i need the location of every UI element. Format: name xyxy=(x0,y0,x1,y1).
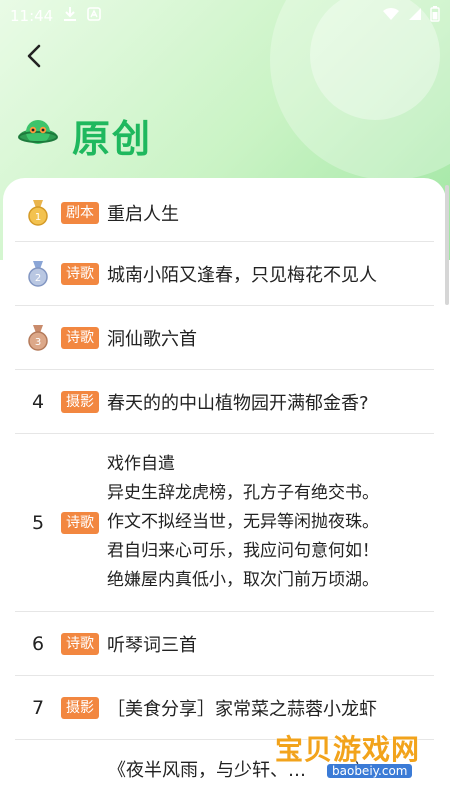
chevron-left-icon xyxy=(27,44,41,68)
back-button[interactable] xyxy=(18,40,50,72)
rank-badge: 1 xyxy=(15,199,61,226)
watermark-text: 宝贝游戏网 xyxy=(275,733,421,766)
watermark-url: baobeiy.com xyxy=(327,764,413,778)
battery-icon xyxy=(430,6,440,26)
svg-text:3: 3 xyxy=(35,337,41,348)
page-title: 原创 xyxy=(72,117,153,161)
silver-medal-icon: 2 xyxy=(28,260,48,287)
watermark-logo: 宝贝游戏网 baobeiy.com xyxy=(275,716,425,786)
category-tag: 剧本 xyxy=(61,201,99,224)
rank-number: 7 xyxy=(31,696,45,719)
app-notification-icon xyxy=(87,7,102,25)
list-item[interactable]: 3 诗歌 洞仙歌六首 xyxy=(15,306,434,370)
rank-badge: 3 xyxy=(15,324,61,351)
item-poem: 戏作自遣 异史生辞龙虎榜，孔方子有绝交书。 作文不拟经当世，无异等闲抛夜珠。 君… xyxy=(107,454,379,590)
svg-text:2: 2 xyxy=(35,273,41,284)
planet-icon xyxy=(18,117,58,155)
category-tag: 摄影 xyxy=(61,390,99,413)
rank-number: 6 xyxy=(31,632,45,655)
list-item[interactable]: 2 诗歌 城南小陌又逢春，只见梅花不见人 xyxy=(15,242,434,306)
rank-number: 4 xyxy=(31,390,45,413)
category-tag: 摄影 xyxy=(61,696,99,719)
scrollbar[interactable] xyxy=(445,185,449,305)
rank-badge: 2 xyxy=(15,260,61,287)
list-item[interactable]: 6 诗歌 听琴词三首 xyxy=(15,612,434,676)
item-title: 重启人生 xyxy=(107,203,179,225)
wifi-icon xyxy=(382,7,400,25)
list-item[interactable]: 1 剧本 重启人生 xyxy=(15,184,434,242)
category-tag: 诗歌 xyxy=(61,632,99,655)
ranking-list: 1 剧本 重启人生 2 诗歌 城南小陌又逢春，只见梅花不见人 3 诗歌 洞仙歌六… xyxy=(3,178,446,800)
signal-icon xyxy=(408,7,422,25)
svg-text:1: 1 xyxy=(35,212,41,223)
gold-medal-icon: 1 xyxy=(28,199,48,226)
item-title: 洞仙歌六首 xyxy=(107,328,197,350)
category-tag: 诗歌 xyxy=(61,511,99,534)
item-title: 听琴词三首 xyxy=(107,634,197,656)
download-icon xyxy=(63,6,77,26)
category-tag: 诗歌 xyxy=(61,262,99,285)
list-item[interactable]: 4 摄影 春天的的中山植物园开满郁金香? xyxy=(15,370,434,434)
page-header: 原创 xyxy=(18,108,152,163)
item-title: 城南小陌又逢春，只见梅花不见人 xyxy=(107,264,377,286)
category-tag: 诗歌 xyxy=(61,326,99,349)
list-item[interactable]: 5 诗歌 戏作自遣 异史生辞龙虎榜，孔方子有绝交书。 作文不拟经当世，无异等闲抛… xyxy=(15,434,434,612)
status-time: 11:44 xyxy=(10,7,54,25)
status-bar: 11:44 xyxy=(0,0,450,32)
rank-number: 5 xyxy=(31,511,45,534)
bronze-medal-icon: 3 xyxy=(28,324,48,351)
item-title: 春天的的中山植物园开满郁金香? xyxy=(107,392,369,414)
